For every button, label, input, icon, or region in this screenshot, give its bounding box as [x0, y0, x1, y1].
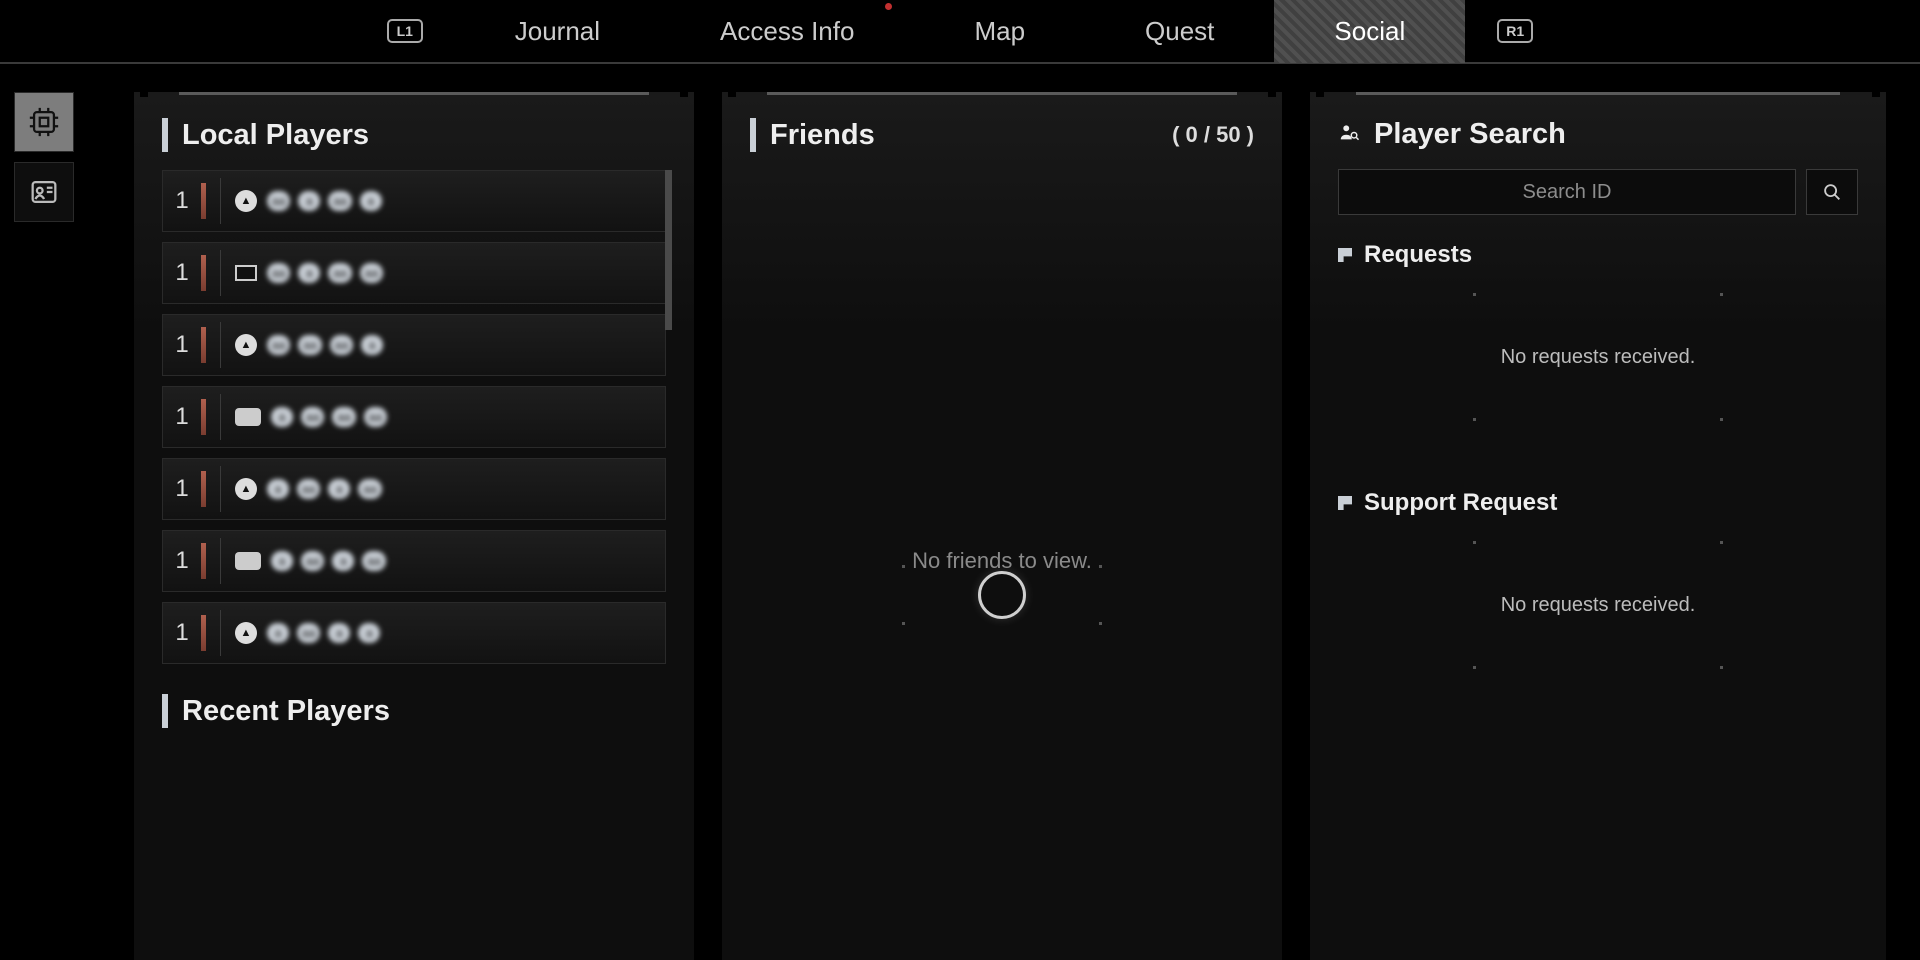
friends-count: ( 0 / 50 ) [1172, 122, 1254, 148]
recent-players-heading: Recent Players [162, 694, 666, 728]
tab-access-info[interactable]: Access Info [660, 0, 914, 63]
bumper-right[interactable]: R1 [1497, 19, 1533, 43]
search-input[interactable]: Search ID [1338, 169, 1796, 215]
platform-controller-icon [235, 408, 261, 426]
level-bar-icon [201, 615, 206, 651]
player-name-redacted: aaaaaa [267, 479, 382, 499]
chip-icon [27, 105, 61, 139]
heading-text: Support Request [1364, 489, 1557, 517]
player-name-redacted: aaaaa [267, 623, 380, 643]
tab-label: Journal [515, 16, 600, 47]
level-bar-icon [201, 327, 206, 363]
tab-label: Quest [1145, 16, 1214, 47]
flag-icon [1338, 496, 1352, 510]
tab-label: Social [1334, 16, 1405, 47]
heading-bar-icon [750, 118, 756, 152]
player-level: 1 [173, 547, 191, 575]
scrollbar[interactable] [665, 170, 672, 330]
player-level: 1 [173, 619, 191, 647]
sidebar-chip-icon[interactable] [14, 92, 74, 152]
support-empty: No requests received. [1338, 535, 1858, 675]
level-bar-icon [201, 543, 206, 579]
search-row: Search ID [1338, 169, 1858, 215]
id-card-icon [27, 175, 61, 209]
requests-heading: Requests [1338, 241, 1858, 269]
search-button[interactable] [1806, 169, 1858, 215]
notification-dot [885, 3, 892, 10]
level-bar-icon [201, 183, 206, 219]
support-request-heading: Support Request [1338, 489, 1858, 517]
friends-panel: Friends ( 0 / 50 ) No friends to view. [722, 92, 1282, 960]
person-search-icon [1338, 118, 1360, 151]
search-placeholder: Search ID [1523, 181, 1612, 204]
level-bar-icon [201, 255, 206, 291]
player-row[interactable]: 1 aaaaa [162, 602, 666, 664]
local-players-panel: Local Players 1 aaaaaa 1 aaaaaaa 1 aaaaa… [134, 92, 694, 960]
sidebar-card-icon[interactable] [14, 162, 74, 222]
empty-text: No requests received. [1501, 594, 1696, 617]
social-sidebar [0, 64, 120, 960]
player-row[interactable]: 1 aaaaaa [162, 170, 666, 232]
flag-icon [1338, 248, 1352, 262]
search-icon [1821, 181, 1843, 203]
friends-heading: Friends ( 0 / 50 ) [750, 118, 1254, 152]
platform-pc-icon [235, 265, 257, 281]
tab-journal[interactable]: Journal [455, 0, 660, 63]
player-search-heading: Player Search [1338, 118, 1858, 151]
heading-bar-icon [162, 118, 168, 152]
platform-controller-icon [235, 552, 261, 570]
heading-text: Requests [1364, 241, 1472, 269]
tab-label: Access Info [720, 16, 854, 47]
tab-map[interactable]: Map [914, 0, 1085, 63]
tab-label: Map [974, 16, 1025, 47]
player-name-redacted: aaaaaaa [267, 335, 383, 355]
top-tab-bar: L1 Journal Access Info Map Quest Social … [0, 0, 1920, 64]
loading-ring-icon [978, 571, 1026, 619]
empty-text: No requests received. [1501, 346, 1696, 369]
requests-empty: No requests received. [1338, 287, 1858, 427]
platform-ps-icon [235, 334, 257, 356]
heading-text: Player Search [1374, 118, 1566, 151]
heading-text: Local Players [182, 119, 369, 152]
level-bar-icon [201, 471, 206, 507]
player-level: 1 [173, 331, 191, 359]
player-name-redacted: aaaaaaa [267, 263, 383, 283]
bumper-left[interactable]: L1 [387, 19, 423, 43]
player-level: 1 [173, 187, 191, 215]
heading-text: Recent Players [182, 695, 390, 728]
tab-social[interactable]: Social [1274, 0, 1465, 63]
heading-text: Friends [770, 119, 875, 152]
player-search-panel: Player Search Search ID Requests No requ… [1310, 92, 1886, 960]
local-players-list: 1 aaaaaa 1 aaaaaaa 1 aaaaaaa 1 [162, 170, 666, 664]
player-name-redacted: aaaaaaa [271, 407, 387, 427]
platform-ps-icon [235, 622, 257, 644]
tab-quest[interactable]: Quest [1085, 0, 1274, 63]
local-players-heading: Local Players [162, 118, 666, 152]
player-row[interactable]: 1 aaaaaaa [162, 314, 666, 376]
player-row[interactable]: 1 aaaaaa [162, 458, 666, 520]
player-name-redacted: aaaaaa [267, 191, 382, 211]
player-row[interactable]: 1 aaaaaaa [162, 242, 666, 304]
body: Local Players 1 aaaaaa 1 aaaaaaa 1 aaaaa… [0, 64, 1920, 960]
player-row[interactable]: 1 aaaaaa [162, 530, 666, 592]
heading-bar-icon [162, 694, 168, 728]
platform-ps-icon [235, 478, 257, 500]
player-name-redacted: aaaaaa [271, 551, 386, 571]
player-row[interactable]: 1 aaaaaaa [162, 386, 666, 448]
player-level: 1 [173, 403, 191, 431]
level-bar-icon [201, 399, 206, 435]
platform-ps-icon [235, 190, 257, 212]
player-level: 1 [173, 475, 191, 503]
player-level: 1 [173, 259, 191, 287]
tabs-container: Journal Access Info Map Quest Social [455, 0, 1465, 63]
